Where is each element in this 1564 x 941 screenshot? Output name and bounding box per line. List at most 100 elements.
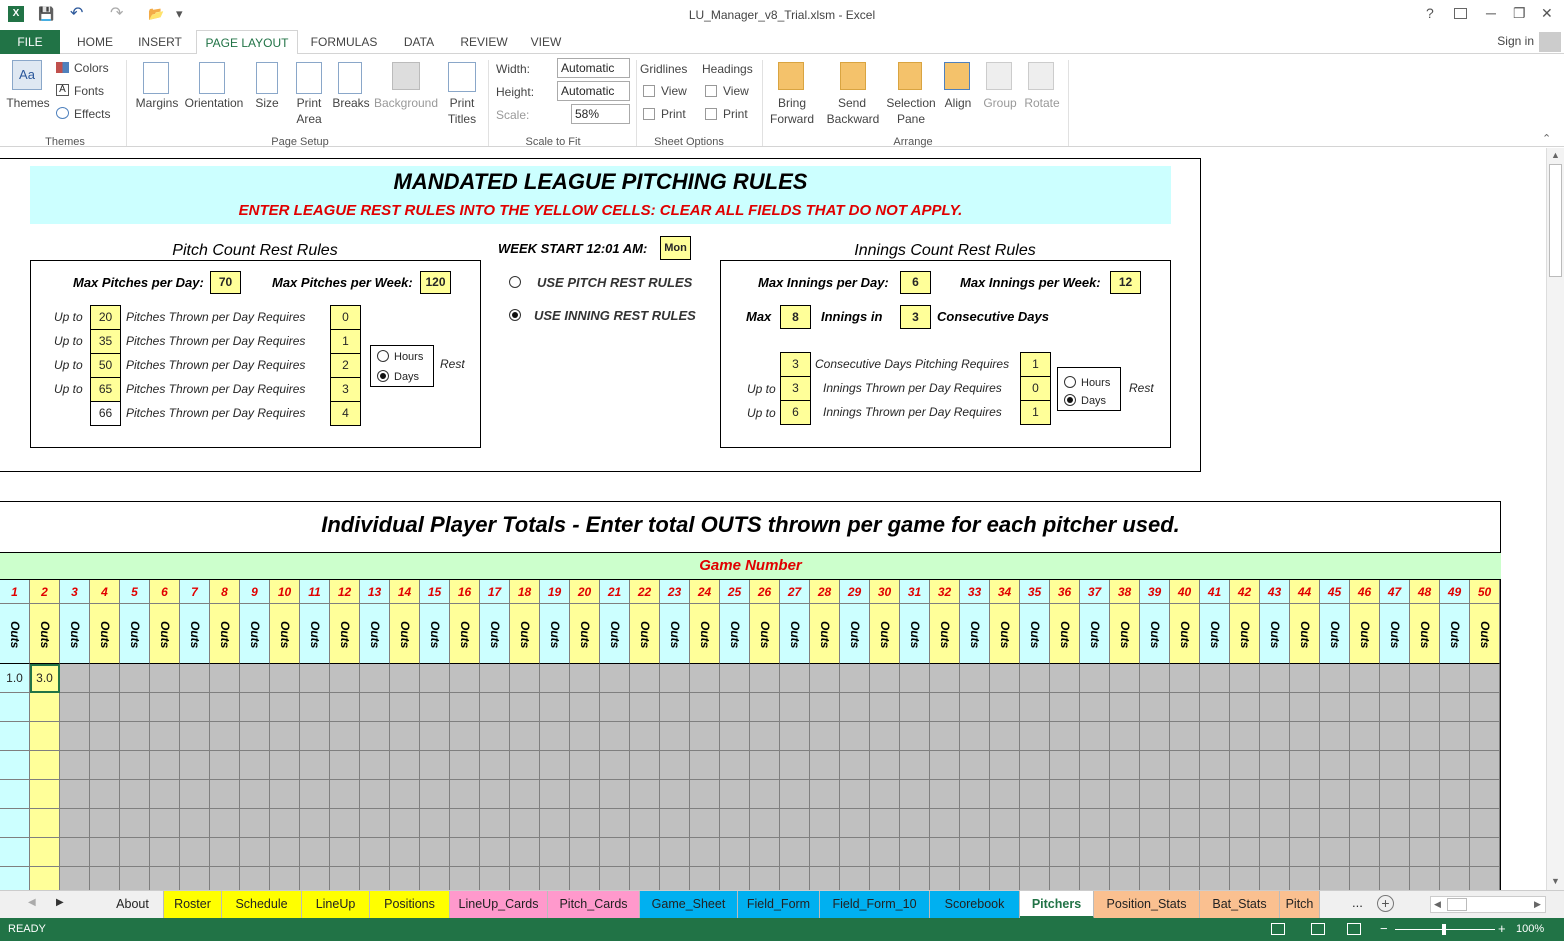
outs-cell[interactable] — [1320, 751, 1350, 780]
outs-cell[interactable] — [1350, 693, 1380, 722]
outs-cell[interactable] — [180, 722, 210, 751]
outs-cell[interactable] — [480, 867, 510, 890]
outs-cell[interactable] — [180, 809, 210, 838]
outs-cell[interactable] — [930, 780, 960, 809]
outs-cell[interactable] — [1110, 693, 1140, 722]
outs-cell[interactable] — [810, 722, 840, 751]
sheet-tab-field-form[interactable]: Field_Form — [738, 891, 820, 918]
outs-cell[interactable] — [150, 867, 180, 890]
outs-cell[interactable] — [90, 838, 120, 867]
colors-button[interactable]: Colors — [74, 61, 109, 75]
outs-cell[interactable] — [1410, 693, 1440, 722]
outs-cell[interactable] — [1440, 867, 1470, 890]
ribbon-display-icon[interactable] — [1454, 8, 1467, 19]
outs-cell[interactable] — [810, 809, 840, 838]
outs-cell[interactable] — [330, 751, 360, 780]
orientation-button[interactable]: Orientation — [183, 96, 245, 110]
outs-cell[interactable] — [1380, 867, 1410, 890]
outs-cell[interactable] — [900, 693, 930, 722]
outs-cell[interactable] — [360, 780, 390, 809]
outs-cell[interactable] — [1470, 867, 1500, 890]
outs-cell[interactable] — [1170, 809, 1200, 838]
outs-cell[interactable] — [1110, 867, 1140, 890]
outs-cell[interactable] — [1170, 838, 1200, 867]
themes-icon[interactable]: Aa — [12, 60, 42, 90]
outs-cell[interactable] — [1140, 809, 1170, 838]
headings-view-checkbox[interactable] — [705, 85, 717, 97]
print-titles-label-1[interactable]: Print — [442, 96, 482, 110]
outs-cell[interactable] — [390, 751, 420, 780]
outs-cell[interactable] — [930, 838, 960, 867]
outs-cell[interactable] — [360, 809, 390, 838]
outs-cell[interactable] — [1230, 664, 1260, 693]
outs-cell[interactable] — [120, 751, 150, 780]
outs-cell[interactable] — [750, 722, 780, 751]
outs-cell[interactable] — [900, 664, 930, 693]
outs-cell[interactable] — [660, 867, 690, 890]
height-select[interactable]: Automatic — [557, 81, 630, 101]
outs-cell[interactable] — [1410, 751, 1440, 780]
horizontal-scrollbar[interactable]: ◀ ▶ — [1430, 896, 1546, 913]
outs-cell[interactable] — [690, 809, 720, 838]
outs-cell[interactable] — [480, 809, 510, 838]
outs-cell[interactable] — [1350, 664, 1380, 693]
outs-cell[interactable] — [1110, 751, 1140, 780]
outs-cell[interactable] — [360, 838, 390, 867]
outs-cell[interactable] — [840, 693, 870, 722]
outs-cell[interactable] — [1020, 722, 1050, 751]
pitch-row-2-rest[interactable]: 1 — [330, 329, 361, 354]
outs-cell[interactable] — [750, 867, 780, 890]
outs-cell[interactable] — [1140, 664, 1170, 693]
outs-cell[interactable] — [180, 664, 210, 693]
outs-cell[interactable] — [30, 722, 60, 751]
outs-cell[interactable] — [30, 751, 60, 780]
outs-cell[interactable] — [510, 751, 540, 780]
outs-cell[interactable] — [360, 867, 390, 890]
outs-cell[interactable] — [270, 751, 300, 780]
outs-cell[interactable] — [720, 867, 750, 890]
outs-cell[interactable] — [1200, 693, 1230, 722]
outs-cell[interactable] — [960, 838, 990, 867]
scale-input[interactable]: 58% — [571, 104, 630, 124]
outs-cell[interactable] — [930, 664, 960, 693]
outs-cell[interactable] — [840, 838, 870, 867]
outs-cell[interactable] — [360, 664, 390, 693]
outs-cell[interactable] — [330, 664, 360, 693]
outs-cell[interactable] — [300, 780, 330, 809]
tab-data[interactable]: DATA — [394, 30, 444, 54]
outs-cell[interactable] — [300, 838, 330, 867]
outs-cell[interactable] — [630, 722, 660, 751]
outs-cell[interactable] — [780, 751, 810, 780]
outs-cell[interactable] — [1380, 693, 1410, 722]
outs-cell[interactable] — [420, 809, 450, 838]
outs-cell[interactable] — [180, 751, 210, 780]
outs-cell[interactable] — [240, 693, 270, 722]
sheet-tab-game-sheet[interactable]: Game_Sheet — [640, 891, 738, 918]
pitch-row-3-rest[interactable]: 2 — [330, 353, 361, 378]
outs-cell[interactable] — [990, 780, 1020, 809]
gridlines-print-checkbox[interactable] — [643, 108, 655, 120]
outs-cell[interactable] — [870, 693, 900, 722]
inning-rest-option-label[interactable]: USE INNING REST RULES — [534, 308, 696, 323]
outs-cell[interactable] — [390, 867, 420, 890]
outs-cell[interactable] — [60, 838, 90, 867]
sheet-tab-bat-stats[interactable]: Bat_Stats — [1200, 891, 1280, 918]
outs-cell[interactable] — [1110, 838, 1140, 867]
outs-cell[interactable] — [540, 751, 570, 780]
gridlines-view-checkbox[interactable] — [643, 85, 655, 97]
outs-cell[interactable]: 3.0 — [30, 664, 60, 693]
outs-cell[interactable] — [510, 838, 540, 867]
outs-cell[interactable] — [150, 664, 180, 693]
outs-cell[interactable] — [540, 809, 570, 838]
outs-cell[interactable] — [1260, 751, 1290, 780]
outs-cell[interactable] — [690, 780, 720, 809]
outs-cell[interactable] — [1290, 867, 1320, 890]
sign-in-link[interactable]: Sign in — [1497, 34, 1534, 48]
outs-cell[interactable] — [450, 838, 480, 867]
outs-cell[interactable] — [1440, 838, 1470, 867]
outs-cell[interactable] — [0, 722, 30, 751]
selection-pane-label-1[interactable]: Selection — [884, 96, 938, 110]
print-area-label-1[interactable]: Print — [290, 96, 328, 110]
outs-cell[interactable] — [960, 809, 990, 838]
outs-cell[interactable] — [1290, 693, 1320, 722]
